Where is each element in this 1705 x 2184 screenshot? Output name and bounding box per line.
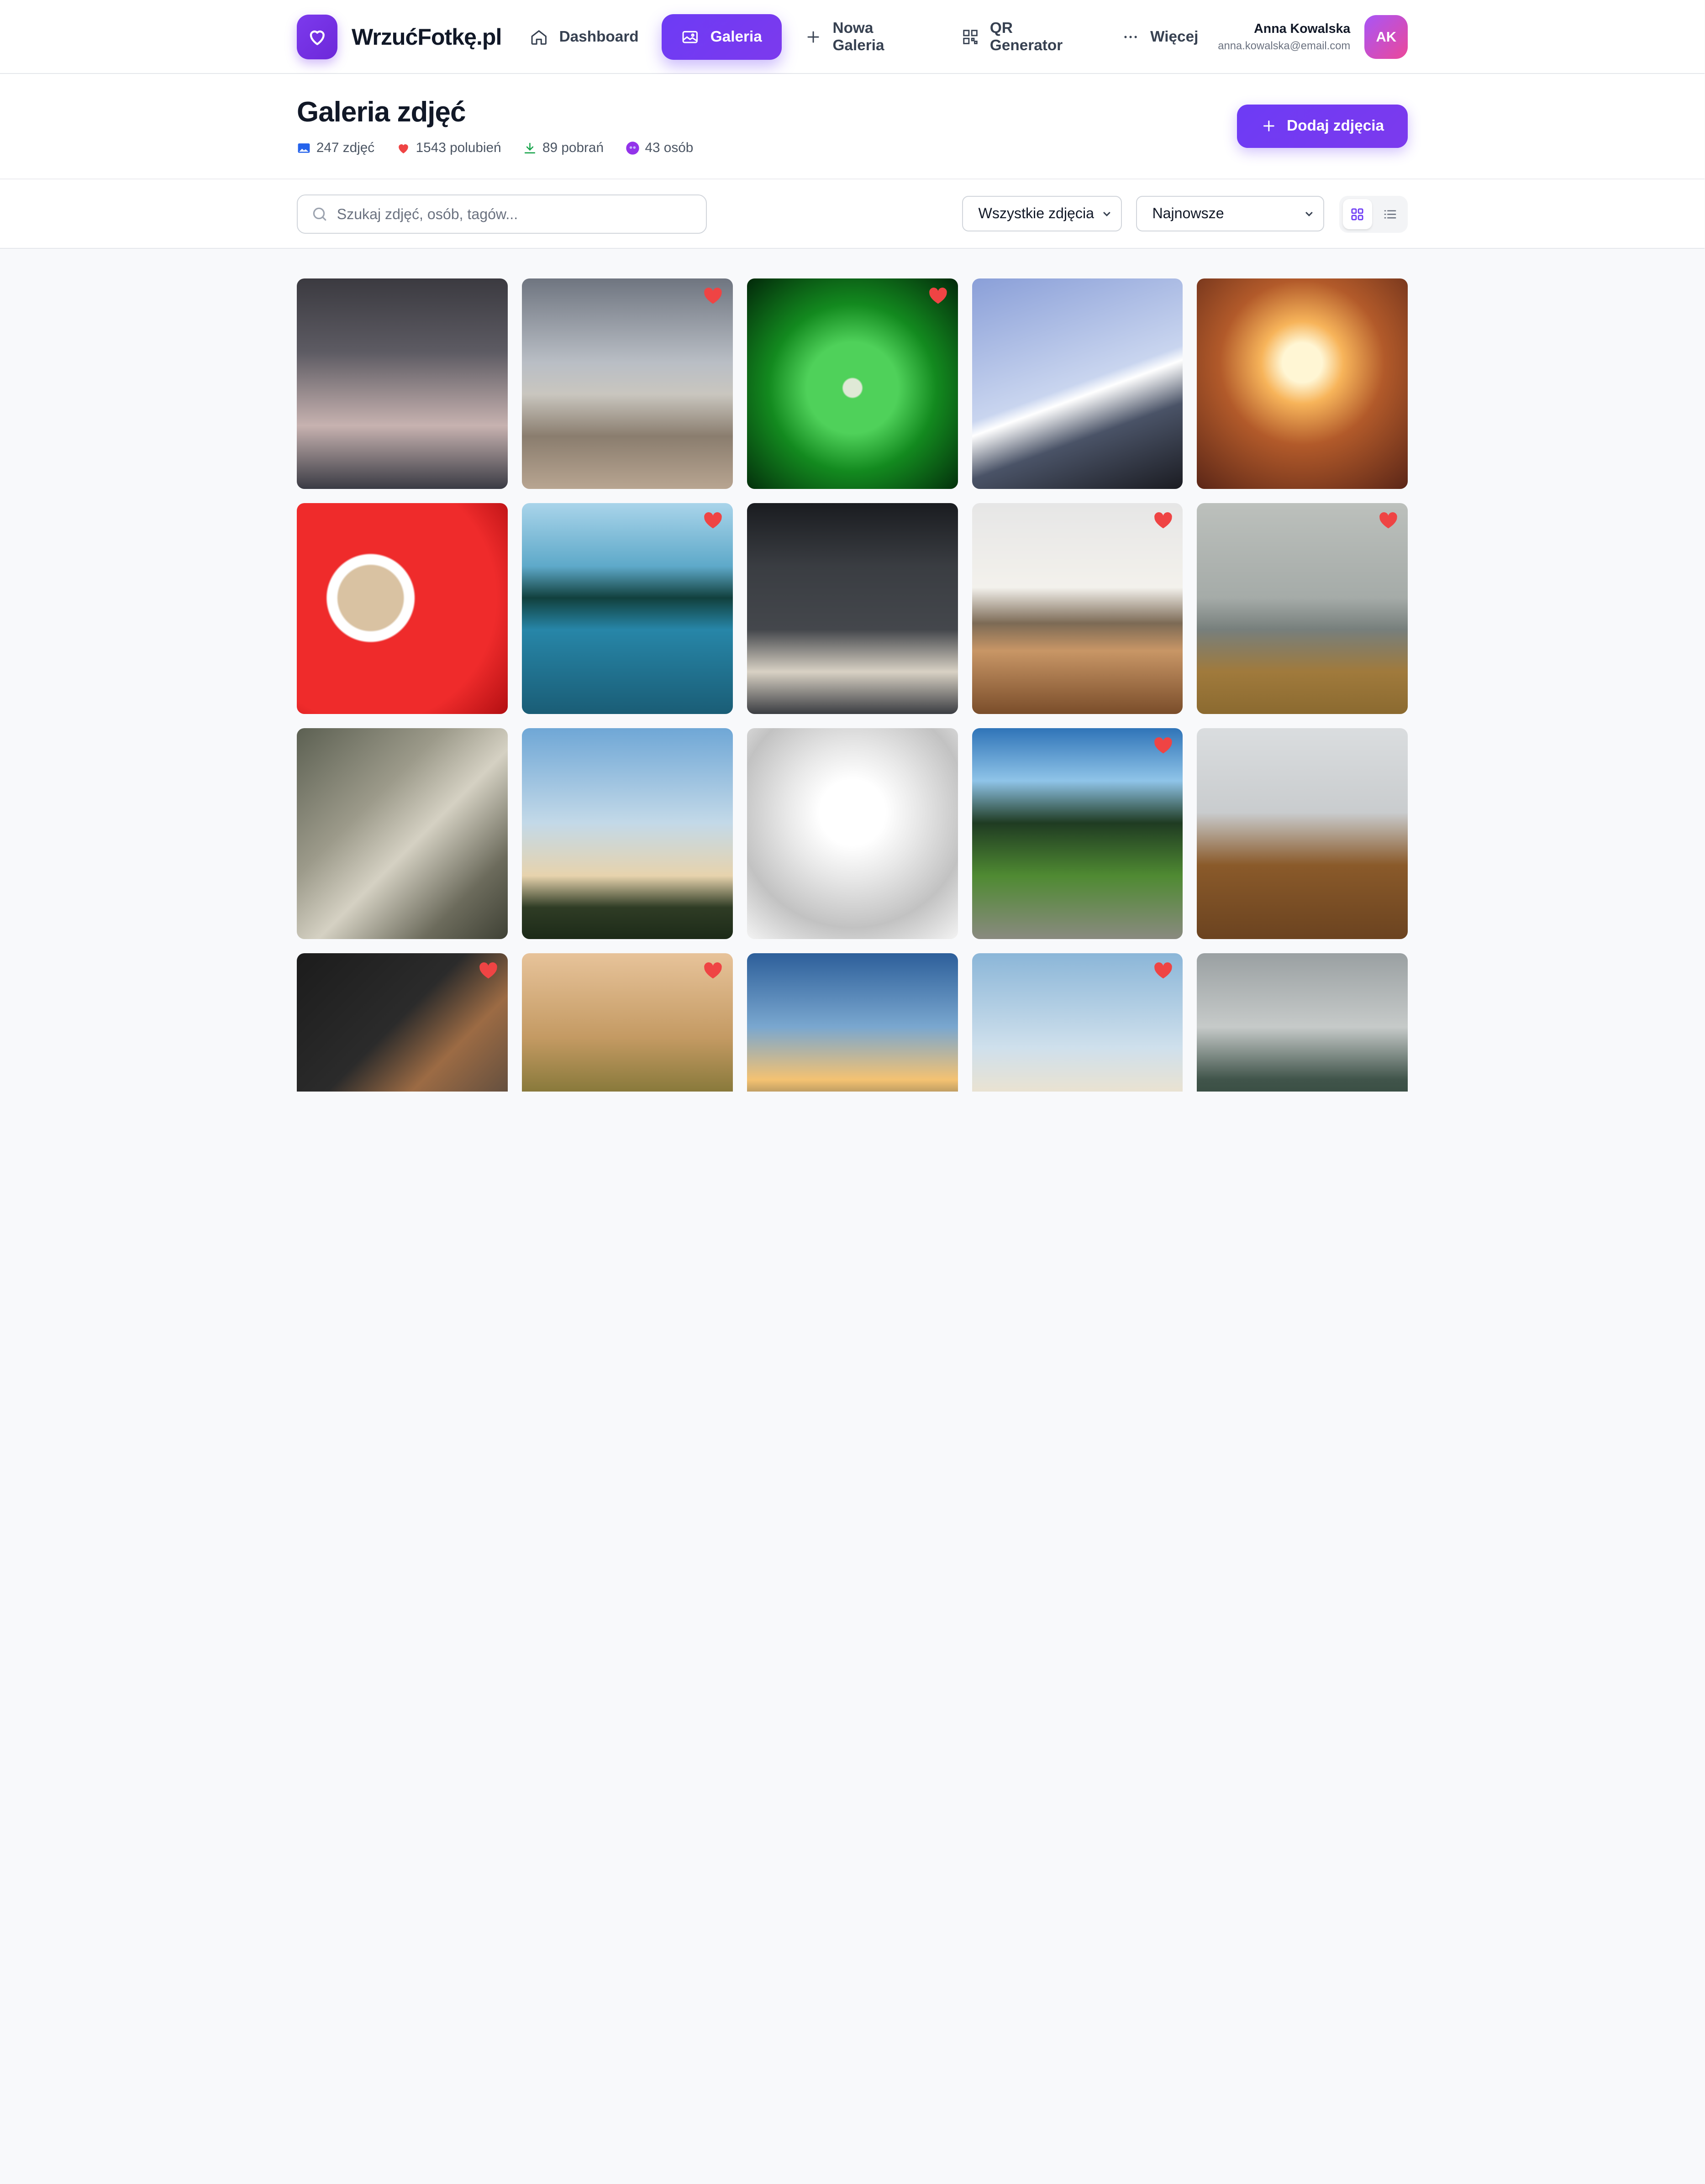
- filter-select[interactable]: Wszystkie zdjęcia: [962, 195, 1122, 232]
- nav-item-wiecej[interactable]: Więcej: [1102, 14, 1218, 60]
- photo-tile[interactable]: [1197, 278, 1408, 489]
- photo-tile[interactable]: [297, 728, 508, 940]
- photo-tile[interactable]: [521, 953, 733, 1092]
- heart-icon[interactable]: [1153, 512, 1173, 529]
- list-icon: [1384, 210, 1396, 219]
- more-icon: [1124, 36, 1137, 38]
- image-icon: [683, 31, 698, 43]
- logo-text[interactable]: WrzućFotkę.pl: [352, 24, 502, 50]
- avatar[interactable]: AK: [1364, 15, 1408, 59]
- page-title: Galeria zdjęć: [297, 96, 466, 128]
- filter-toolbar: Wszystkie zdjęcia Najnowsze: [0, 179, 1705, 249]
- add-photos-button[interactable]: Dodaj zdjęcia: [1237, 104, 1408, 148]
- nav-item-label: Dashboard: [559, 28, 639, 45]
- people-icon: [626, 141, 639, 155]
- photo-tile[interactable]: [521, 503, 733, 714]
- search-icon: [313, 207, 326, 221]
- user-name: Anna Kowalska: [1254, 21, 1351, 36]
- photo-tile[interactable]: [1197, 953, 1408, 1092]
- heart-icon[interactable]: [1153, 737, 1173, 754]
- nav-item-label: Galeria: [710, 28, 762, 45]
- stat-photos: 247 zdjęć: [297, 140, 374, 156]
- photo-tile[interactable]: [972, 953, 1183, 1092]
- home-icon: [531, 30, 547, 45]
- logo-heart-icon[interactable]: [297, 15, 338, 59]
- sort-select[interactable]: Najnowsze: [1136, 195, 1325, 232]
- download-icon: [525, 142, 536, 153]
- photo-tile[interactable]: [297, 953, 508, 1092]
- heart-icon[interactable]: [1153, 962, 1173, 979]
- plus-icon: [1263, 121, 1274, 132]
- heart-icon[interactable]: [703, 512, 723, 529]
- stat-people: 43 osób: [626, 140, 693, 156]
- heart-icon[interactable]: [479, 962, 498, 979]
- search-input[interactable]: [337, 205, 706, 223]
- nav-item-qr-generator[interactable]: QR Generator: [942, 14, 1098, 60]
- photo-grid: [297, 278, 1408, 1092]
- stat-downloads: 89 pobrań: [523, 140, 604, 156]
- heart-icon[interactable]: [928, 287, 948, 304]
- heart-icon[interactable]: [703, 962, 723, 979]
- photo-tile[interactable]: [747, 953, 958, 1092]
- photo-tile[interactable]: [972, 278, 1183, 489]
- chevron-down-icon: [1305, 212, 1313, 216]
- photo-tile[interactable]: [747, 278, 958, 489]
- view-toggle: [1339, 195, 1408, 233]
- top-navbar: WrzućFotkę.pl Dashboard Galeria Nowa Gal…: [0, 0, 1705, 74]
- page-header: Galeria zdjęć 247 zdjęć 1543 polubień 89…: [0, 74, 1705, 179]
- nav-item-galeria[interactable]: Galeria: [661, 14, 782, 60]
- photo-tile[interactable]: [297, 278, 508, 489]
- stat-likes: 1543 polubień: [396, 140, 501, 156]
- grid-icon: [1351, 208, 1363, 220]
- photo-tile[interactable]: [972, 503, 1183, 714]
- search-box[interactable]: [297, 194, 707, 234]
- qr-icon: [963, 30, 978, 44]
- heart-icon: [398, 144, 408, 153]
- photo-tile[interactable]: [1197, 728, 1408, 940]
- photo-tile[interactable]: [297, 503, 508, 714]
- gallery-stats: 247 zdjęć 1543 polubień 89 pobrań 43 osó…: [297, 140, 693, 156]
- list-view-button[interactable]: [1375, 199, 1405, 230]
- user-email: anna.kowalska@email.com: [1218, 40, 1351, 52]
- plus-icon: [807, 31, 819, 43]
- heart-icon[interactable]: [703, 287, 723, 304]
- nav-item-label: Więcej: [1150, 28, 1199, 45]
- nav-item-nowa-galeria[interactable]: Nowa Galeria: [785, 14, 938, 60]
- page: WrzućFotkę.pl Dashboard Galeria Nowa Gal…: [0, 0, 1705, 1092]
- chevron-down-icon: [1103, 212, 1110, 216]
- photo-tile[interactable]: [1197, 503, 1408, 714]
- photo-tile[interactable]: [521, 728, 733, 940]
- image-icon: [298, 143, 310, 153]
- heart-icon[interactable]: [1379, 512, 1398, 529]
- nav-item-label: Nowa Galeria: [832, 19, 884, 54]
- grid-view-button[interactable]: [1342, 199, 1372, 230]
- photo-tile[interactable]: [521, 278, 733, 489]
- nav-item-label: QR Generator: [989, 19, 1063, 54]
- nav-item-dashboard[interactable]: Dashboard: [510, 14, 658, 60]
- photo-tile[interactable]: [747, 503, 958, 714]
- photo-tile[interactable]: [972, 728, 1183, 940]
- photo-tile[interactable]: [747, 728, 958, 940]
- user-menu[interactable]: Anna Kowalska anna.kowalska@email.com AK: [1218, 15, 1408, 59]
